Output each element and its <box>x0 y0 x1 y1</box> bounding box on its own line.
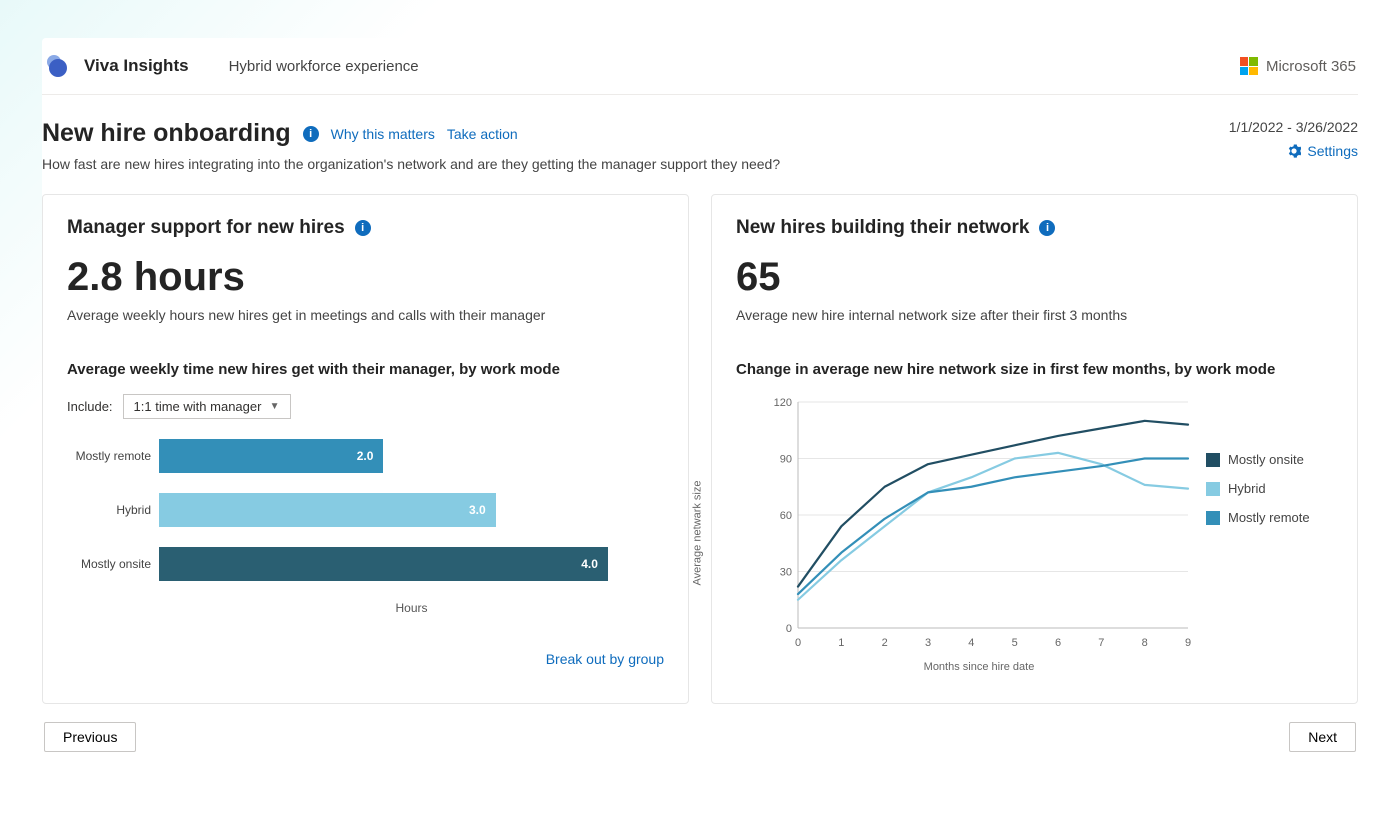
bar-category-label: Mostly remote <box>67 449 159 463</box>
gear-icon <box>1287 144 1301 158</box>
svg-text:1: 1 <box>838 637 844 649</box>
ms365-brand: Microsoft 365 <box>1240 57 1356 75</box>
legend-label: Hybrid <box>1228 481 1266 496</box>
legend-swatch <box>1206 482 1220 496</box>
card-right-metric-desc: Average new hire internal network size a… <box>736 307 1333 323</box>
include-label: Include: <box>67 399 113 414</box>
take-action-link[interactable]: Take action <box>447 126 518 142</box>
bar-category-label: Mostly onsite <box>67 557 159 571</box>
chevron-down-icon: ▼ <box>270 401 280 412</box>
app-name: Viva Insights <box>84 56 189 76</box>
card-left-metric: 2.8 hours <box>67 257 664 297</box>
line-chart: 0 30 60 90 120 0 1 2 3 4 5 6 7 8 9 <box>764 392 1194 652</box>
legend-item: Mostly onsite <box>1206 452 1310 467</box>
bar-value: 3.0 <box>159 493 496 527</box>
legend-label: Mostly remote <box>1228 510 1310 525</box>
svg-text:9: 9 <box>1185 637 1191 649</box>
legend-swatch <box>1206 511 1220 525</box>
legend-label: Mostly onsite <box>1228 452 1304 467</box>
bar-row: Hybrid3.0 <box>67 493 664 527</box>
include-select[interactable]: 1:1 time with manager ▼ <box>123 394 291 419</box>
bar-x-axis-label: Hours <box>159 601 664 615</box>
breakout-link[interactable]: Break out by group <box>67 651 664 667</box>
legend-swatch <box>1206 453 1220 467</box>
include-selected-value: 1:1 time with manager <box>134 399 262 414</box>
ms365-label: Microsoft 365 <box>1266 58 1356 75</box>
why-matters-link[interactable]: Why this matters <box>331 126 435 142</box>
card-left-metric-desc: Average weekly hours new hires get in me… <box>67 307 664 323</box>
info-icon[interactable]: i <box>1039 220 1055 236</box>
svg-text:0: 0 <box>786 623 792 635</box>
line-legend: Mostly onsite Hybrid Mostly remote <box>1206 452 1310 673</box>
bar-row: Mostly onsite4.0 <box>67 547 664 581</box>
card-left-chart-title: Average weekly time new hires get with t… <box>67 361 664 378</box>
line-y-axis-label: Average netwark size <box>692 480 704 585</box>
card-network: New hires building their network i 65 Av… <box>711 194 1358 704</box>
date-range: 1/1/2022 - 3/26/2022 <box>1229 119 1358 135</box>
card-right-chart-title: Change in average new hire network size … <box>736 361 1333 378</box>
info-icon[interactable]: i <box>303 126 319 142</box>
card-right-title: New hires building their network <box>736 217 1029 239</box>
bar-chart: Mostly remote2.0 Hybrid3.0 Mostly onsite4.… <box>67 439 664 581</box>
svg-text:120: 120 <box>774 397 792 409</box>
svg-text:30: 30 <box>780 567 792 579</box>
viva-logo-icon <box>42 52 70 80</box>
microsoft-logo-icon <box>1240 57 1258 75</box>
svg-text:5: 5 <box>1012 637 1018 649</box>
svg-text:8: 8 <box>1142 637 1148 649</box>
previous-button[interactable]: Previous <box>44 722 136 752</box>
bar-value: 2.0 <box>159 439 383 473</box>
legend-item: Mostly remote <box>1206 510 1310 525</box>
svg-text:3: 3 <box>925 637 931 649</box>
card-left-title: Manager support for new hires <box>67 217 345 239</box>
page-header: New hire onboarding i Why this matters T… <box>42 95 1358 180</box>
svg-text:90: 90 <box>780 454 792 466</box>
card-right-metric: 65 <box>736 257 1333 297</box>
settings-link[interactable]: Settings <box>1287 143 1358 159</box>
svg-text:0: 0 <box>795 637 801 649</box>
svg-text:60: 60 <box>780 510 792 522</box>
svg-text:2: 2 <box>882 637 888 649</box>
topbar: Viva Insights Hybrid workforce experienc… <box>42 38 1358 95</box>
bar-category-label: Hybrid <box>67 503 159 517</box>
page-intro: How fast are new hires integrating into … <box>42 156 780 172</box>
line-x-axis-label: Months since hire date <box>764 661 1194 673</box>
bar-row: Mostly remote2.0 <box>67 439 664 473</box>
svg-text:6: 6 <box>1055 637 1061 649</box>
page-subtitle: Hybrid workforce experience <box>229 58 419 75</box>
card-manager-support: Manager support for new hires i 2.8 hour… <box>42 194 689 704</box>
next-button[interactable]: Next <box>1289 722 1356 752</box>
page-title: New hire onboarding <box>42 119 291 148</box>
legend-item: Hybrid <box>1206 481 1310 496</box>
svg-text:7: 7 <box>1098 637 1104 649</box>
bar-value: 4.0 <box>159 547 608 581</box>
settings-label: Settings <box>1307 143 1358 159</box>
info-icon[interactable]: i <box>355 220 371 236</box>
svg-text:4: 4 <box>968 637 974 649</box>
